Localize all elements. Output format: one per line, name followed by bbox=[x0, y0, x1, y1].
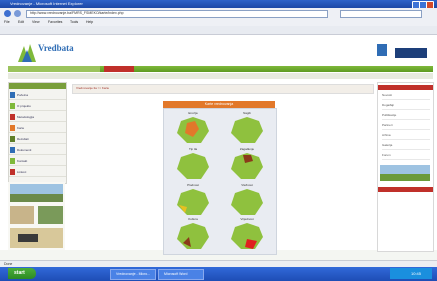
back-icon[interactable] bbox=[4, 10, 11, 17]
map-thumbnail[interactable]: Plodnost bbox=[168, 183, 218, 216]
map-panel-title: Karte vrednovanja bbox=[204, 102, 234, 106]
right-link[interactable]: Publikacije bbox=[382, 113, 430, 120]
map-shape-icon bbox=[177, 189, 209, 215]
nav-bullet-icon bbox=[10, 125, 15, 131]
nav-bullet-icon bbox=[10, 169, 15, 175]
nav-tab-active[interactable] bbox=[104, 66, 134, 72]
nav-bullet-icon bbox=[10, 103, 15, 109]
map-shape-icon bbox=[231, 117, 263, 143]
taskbar bbox=[0, 267, 437, 281]
menu-bar: File Edit View Favorites Tools Help bbox=[0, 18, 437, 26]
taskbar-item-word[interactable]: Microsoft Word bbox=[158, 269, 204, 280]
map-shape-icon bbox=[177, 153, 209, 179]
sidebar-item-metodologija[interactable]: Metodologija bbox=[9, 113, 66, 122]
sidebar-item-rezultati[interactable]: Rezultati bbox=[9, 135, 66, 144]
menu-tools[interactable]: Tools bbox=[70, 20, 78, 24]
menu-edit[interactable]: Edit bbox=[18, 20, 24, 24]
map-thumbnail[interactable]: Vlažnost bbox=[222, 183, 272, 216]
sidebar-photos bbox=[8, 182, 65, 250]
taskbar-item-browser[interactable]: Vrednovanje - Micro... bbox=[110, 269, 156, 280]
map-panel-header: Karte vrednovanja bbox=[163, 101, 275, 108]
address-text: http://www.vrednovanje.ba/FMRS_FSMEKO/ka… bbox=[30, 11, 124, 15]
window-title: Vrednovanje - Microsoft Internet Explore… bbox=[10, 1, 83, 6]
map-shape-icon bbox=[177, 117, 209, 143]
map-shape-icon bbox=[231, 189, 263, 215]
right-link[interactable]: Partneri bbox=[382, 123, 430, 130]
partner-logos bbox=[375, 42, 430, 64]
menu-help[interactable]: Help bbox=[86, 20, 93, 24]
map-thumbnail[interactable]: Zagađenje bbox=[222, 147, 272, 180]
map-thumbnail[interactable]: Erozija bbox=[168, 111, 218, 144]
window-titlebar: Vrednovanje - Microsoft Internet Explore… bbox=[0, 0, 437, 9]
map-shape-icon bbox=[177, 223, 209, 249]
breadcrumb: Vrednovanje tla >> Karte bbox=[72, 84, 374, 94]
menu-file[interactable]: File bbox=[4, 20, 10, 24]
sidebar-item-linkovi[interactable]: Linkovi bbox=[9, 168, 66, 177]
favorites-bar bbox=[0, 26, 437, 35]
nav-bullet-icon bbox=[10, 114, 15, 120]
clock: 10:45 bbox=[411, 271, 422, 276]
left-sidebar: Početna O projektu Metodologija Karte Re… bbox=[8, 82, 67, 184]
site-logo-text: Vredbata bbox=[38, 43, 74, 53]
nav-bullet-icon bbox=[10, 158, 15, 164]
forward-icon[interactable] bbox=[14, 10, 21, 17]
right-link[interactable]: Arhiva bbox=[382, 133, 430, 140]
right-link[interactable]: Forum bbox=[382, 153, 430, 160]
nav-bullet-icon bbox=[10, 147, 15, 153]
right-link[interactable]: Galerija bbox=[382, 143, 430, 150]
right-sidebar-header-2 bbox=[378, 187, 433, 192]
right-link[interactable]: Novosti bbox=[382, 93, 430, 100]
start-button[interactable]: start bbox=[8, 268, 36, 279]
map-shape-icon bbox=[231, 223, 263, 249]
map-shape-icon bbox=[231, 153, 263, 179]
map-thumbnail[interactable]: Vrijednost bbox=[222, 217, 272, 250]
map-panel: Erozija Nagib Tip tla Zagađenje Plodnost… bbox=[163, 108, 277, 255]
sidebar-header bbox=[9, 83, 66, 89]
breadcrumb-text[interactable]: Vrednovanje tla >> Karte bbox=[76, 86, 109, 90]
sub-nav-bar bbox=[8, 73, 433, 79]
sidebar-item-karte[interactable]: Karte bbox=[9, 124, 66, 133]
map-thumbnail[interactable]: Kultura bbox=[168, 217, 218, 250]
sidebar-item-kontakt[interactable]: Kontakt bbox=[9, 157, 66, 166]
sidebar-item-dokumenti[interactable]: Dokumenti bbox=[9, 146, 66, 155]
nav-bullet-icon bbox=[10, 92, 15, 98]
right-sidebar: Novosti Događaji Publikacije Partneri Ar… bbox=[377, 82, 434, 252]
map-thumbnail[interactable]: Nagib bbox=[222, 111, 272, 144]
address-input[interactable]: http://www.vrednovanje.ba/FMRS_FSMEKO/ka… bbox=[26, 10, 328, 18]
nav-tab-group[interactable] bbox=[8, 66, 100, 72]
right-banner-image[interactable] bbox=[380, 165, 430, 181]
menu-view[interactable]: View bbox=[32, 20, 40, 24]
search-input[interactable] bbox=[340, 10, 422, 18]
right-sidebar-header bbox=[378, 85, 433, 90]
map-thumbnail[interactable]: Tip tla bbox=[168, 147, 218, 180]
status-text: Done bbox=[4, 262, 13, 266]
sidebar-item-o-projektu[interactable]: O projektu bbox=[9, 102, 66, 111]
right-link[interactable]: Događaji bbox=[382, 103, 430, 110]
sidebar-item-pocetna[interactable]: Početna bbox=[9, 91, 66, 100]
nav-bullet-icon bbox=[10, 136, 15, 142]
menu-favorites[interactable]: Favorites bbox=[48, 20, 62, 24]
